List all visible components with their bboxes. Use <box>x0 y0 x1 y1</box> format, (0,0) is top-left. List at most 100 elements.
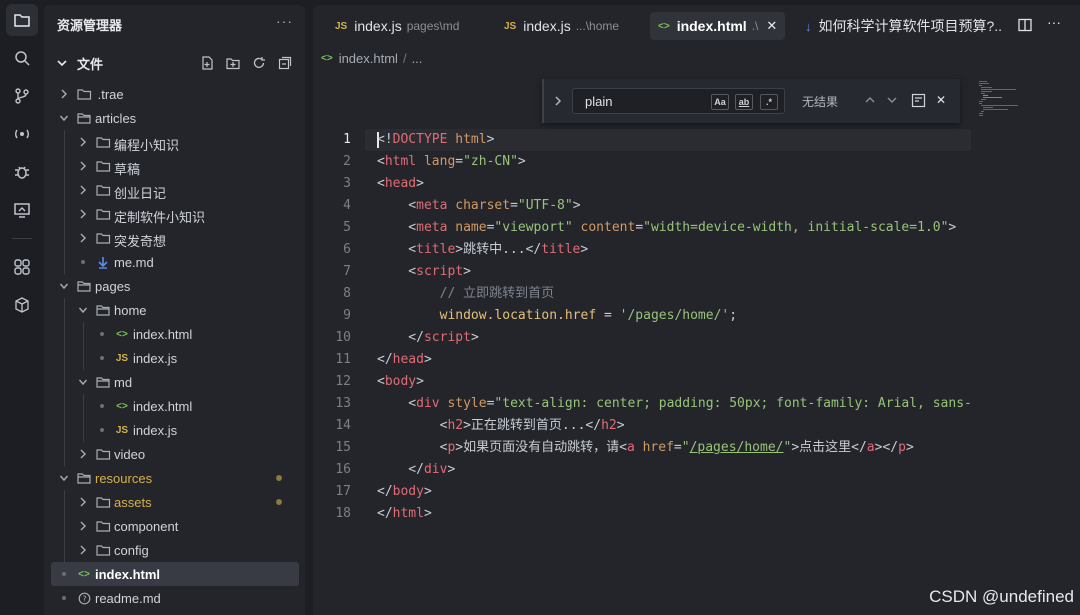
watermark: CSDN @undefined <box>929 587 1074 606</box>
tree-item-assets[interactable]: assets <box>44 490 305 514</box>
more-actions-icon[interactable]: ··· <box>276 13 293 29</box>
breadcrumb-file[interactable]: index.html <box>339 51 398 66</box>
code-token: = <box>673 440 682 455</box>
code-area[interactable]: <!DOCTYPE html> <html lang="zh-CN"> <head>… <box>377 129 971 549</box>
tree-item-resources[interactable]: resources <box>44 466 305 490</box>
tab-index-js-home[interactable]: JS index.js ...\home <box>504 12 619 40</box>
extensions-icon[interactable] <box>6 251 38 283</box>
tree-item-component[interactable]: component <box>44 514 305 538</box>
new-file-icon[interactable] <box>199 55 215 71</box>
tree-item-label: home <box>114 303 147 318</box>
regex-toggle[interactable]: .* <box>760 94 778 110</box>
code-token: href <box>642 440 674 455</box>
tab-label: index.js <box>354 18 402 34</box>
tree-item-label: video <box>114 447 146 462</box>
tree-item-video[interactable]: video <box>44 442 305 466</box>
chevron-right-icon <box>59 88 69 100</box>
tree-item-articles[interactable]: articles <box>44 106 305 130</box>
tab-markdown-preview[interactable]: ↓ 如何科学计算软件项目预算?.. <box>805 12 1002 40</box>
source-control-icon[interactable] <box>6 80 38 112</box>
find-input[interactable]: plain Aa ab .* <box>572 88 785 114</box>
code-token: p <box>898 440 906 455</box>
tab-index-js-md[interactable]: JS index.js pages\md <box>335 12 459 40</box>
collapse-all-icon[interactable] <box>277 55 293 71</box>
tree-item-label: 创业日记 <box>114 186 167 201</box>
minimap-line <box>979 83 989 84</box>
folder-icon <box>95 519 111 533</box>
split-editor-icon[interactable] <box>1018 18 1032 37</box>
code-token: > <box>948 220 957 235</box>
tree-item-定制软件小知识[interactable]: 定制软件小知识 <box>44 202 305 226</box>
close-tab-icon[interactable]: ✕ <box>766 18 777 34</box>
indent-guide <box>64 490 65 562</box>
code-token: lang <box>423 154 456 169</box>
tree-bullet <box>100 428 104 432</box>
line-number: 15 <box>335 440 351 455</box>
html-file-icon: <> <box>321 53 333 64</box>
code-token: h2 <box>447 418 464 433</box>
match-case-toggle[interactable]: Aa <box>711 94 729 110</box>
code-token: name <box>455 220 487 235</box>
debug-icon[interactable] <box>6 156 38 188</box>
new-folder-icon[interactable] <box>225 55 241 71</box>
tree-item-index-html[interactable]: <> index.html <box>51 562 299 586</box>
editor-more-icon[interactable]: ··· <box>1047 14 1061 30</box>
chevron-right-icon <box>78 520 88 532</box>
tree-item-pages[interactable]: pages <box>44 274 305 298</box>
code-token: content <box>580 220 636 235</box>
breadcrumb-more[interactable]: ... <box>412 51 423 66</box>
tree-item-label: 草稿 <box>114 162 141 177</box>
chevron-right-icon[interactable] <box>553 94 563 112</box>
package-icon[interactable] <box>6 289 38 321</box>
tree-item-home[interactable]: home <box>44 298 305 322</box>
tree-item-突发奇想[interactable]: 突发奇想 <box>44 226 305 250</box>
find-in-selection-icon[interactable] <box>910 91 926 109</box>
search-icon[interactable] <box>6 42 38 74</box>
tree-bullet <box>100 356 104 360</box>
folder-icon <box>95 207 111 221</box>
whole-word-toggle[interactable]: ab <box>735 94 753 110</box>
tree-item-label: index.html <box>133 327 193 342</box>
workspace-header[interactable]: 文件 <box>44 51 305 75</box>
line-number: 10 <box>335 330 351 345</box>
minimap-line <box>979 81 987 82</box>
folder-icon <box>95 495 111 509</box>
code-token: = <box>635 220 644 235</box>
code-line: <!DOCTYPE html> <box>377 129 494 151</box>
tree-item-编程小知识[interactable]: 编程小知识 <box>44 130 305 154</box>
code-token: > <box>905 440 914 455</box>
close-find-icon[interactable]: ✕ <box>933 91 949 109</box>
code-token: < <box>377 220 417 235</box>
tree-item-草稿[interactable]: 草稿 <box>44 154 305 178</box>
tree-item-me-md[interactable]: me.md <box>44 250 305 274</box>
tree-item-readme-md[interactable]: ? readme.md <box>44 586 305 610</box>
tree-item-trae[interactable]: .trae <box>44 82 305 106</box>
code-token: < <box>377 374 385 389</box>
folder-open-icon <box>76 111 92 125</box>
tree-item-md[interactable]: md <box>44 370 305 394</box>
js-file-icon: JS <box>115 424 129 436</box>
code-token: window.location.href <box>439 308 597 323</box>
line-number: 8 <box>343 286 351 301</box>
refresh-icon[interactable] <box>251 55 267 71</box>
code-token: > <box>447 462 456 477</box>
line-number: 3 <box>343 176 351 191</box>
code-token: " <box>681 440 690 455</box>
code-line: <p>如果页面没有自动跳转，请<a href="/pages/home/">点击… <box>377 437 914 459</box>
minimap-line <box>979 85 982 86</box>
remote-icon[interactable] <box>6 118 38 150</box>
previous-match-icon[interactable] <box>862 91 878 109</box>
minimap-line <box>979 101 983 102</box>
minimap[interactable] <box>979 75 1039 135</box>
line-number: 5 <box>343 220 351 235</box>
code-token: </ <box>377 462 424 477</box>
tab-index-html[interactable]: <> index.html .\ ✕ <box>650 12 786 40</box>
tree-item-label: 定制软件小知识 <box>114 210 206 225</box>
preview-icon[interactable] <box>6 194 38 226</box>
next-match-icon[interactable] <box>884 91 900 109</box>
explorer-icon[interactable] <box>6 4 38 36</box>
tree-item-config[interactable]: config <box>44 538 305 562</box>
tree-item-创业日记[interactable]: 创业日记 <box>44 178 305 202</box>
